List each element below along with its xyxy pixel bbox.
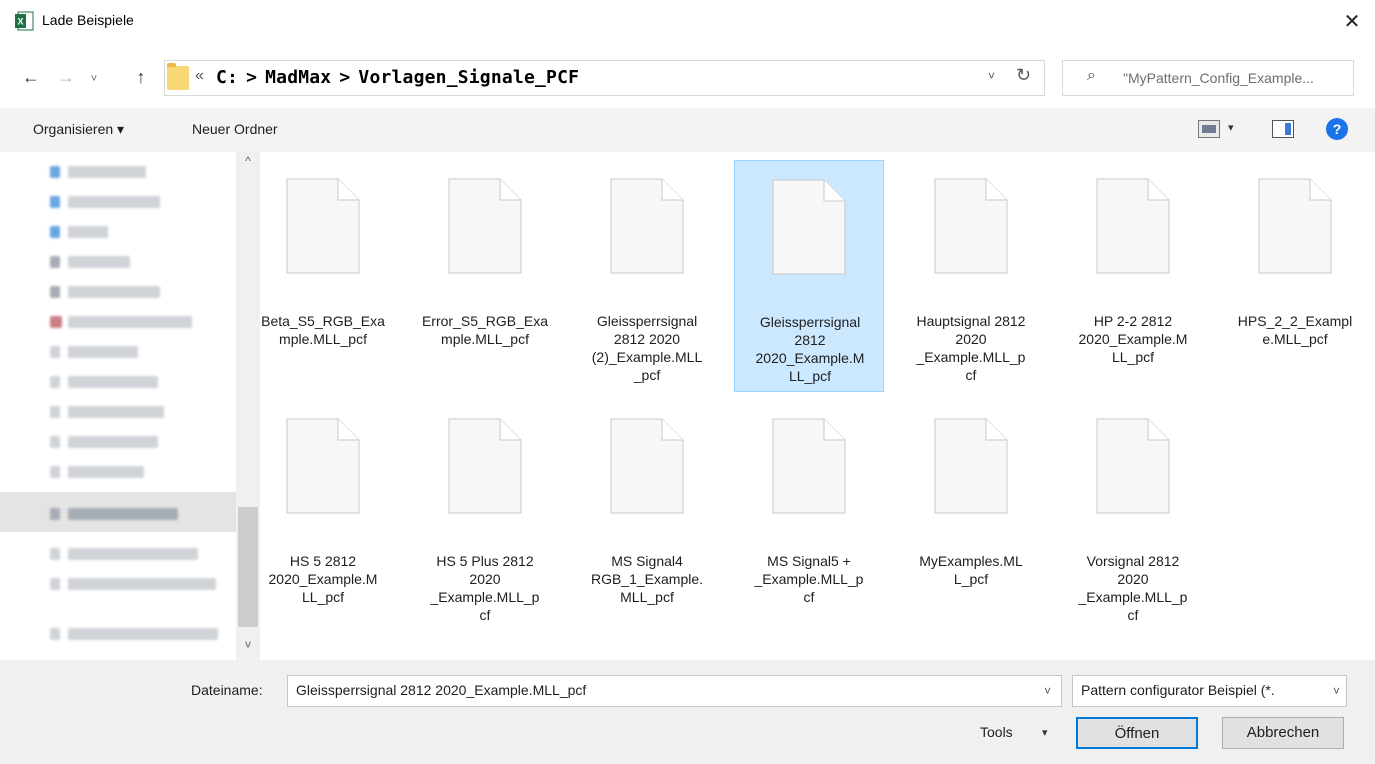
file-name: HPS_2_2_Exampl e.MLL_pcf	[1237, 313, 1353, 347]
excel-icon: X	[15, 11, 34, 31]
file-item[interactable]: HS 5 Plus 2812 2020 _Example.MLL_p cf	[410, 400, 560, 632]
file-name: Gleissperrsignal 2812 2020_Example.M LL_pcf	[755, 314, 865, 384]
new-folder-button[interactable]: Neuer Ordner	[192, 121, 278, 137]
breadcrumb-separator[interactable]: >	[238, 67, 265, 88]
file-item[interactable]: Gleissperrsignal 2812 2020_Example.M LL_pcf	[734, 160, 884, 392]
back-arrow-icon[interactable]: ←	[20, 64, 42, 90]
tools-button[interactable]: Tools	[980, 724, 1013, 740]
sidebar-item[interactable]	[50, 628, 220, 642]
help-icon[interactable]: ?	[1326, 118, 1348, 140]
breadcrumb-separator[interactable]: >	[331, 67, 358, 88]
filename-label: Dateiname:	[191, 682, 263, 698]
breadcrumb-item-vorlagen[interactable]: Vorlagen_Signale_PCF	[358, 67, 579, 88]
window-title: Lade Beispiele	[42, 12, 134, 28]
file-name: MS Signal5 + _Example.MLL_p cf	[754, 553, 864, 605]
blank-file-icon	[610, 178, 684, 274]
file-name: MyExamples.ML L_pcf	[919, 553, 1023, 587]
file-name: HS 5 2812 2020_Example.M LL_pcf	[268, 553, 378, 605]
sidebar-item[interactable]	[50, 548, 220, 562]
dialog-footer: Dateiname: Gleissperrsignal 2812 2020_Ex…	[0, 660, 1375, 764]
file-item[interactable]: MS Signal5 + _Example.MLL_p cf	[734, 400, 884, 632]
sidebar-item[interactable]	[50, 226, 220, 240]
sidebar-item[interactable]	[50, 196, 220, 210]
command-toolbar: Organisieren ▾ Neuer Ordner ▾ ?	[0, 108, 1375, 152]
close-icon[interactable]: ✕	[1336, 6, 1368, 38]
file-name: Hauptsignal 2812 2020 _Example.MLL_p cf	[916, 313, 1026, 383]
search-input[interactable]: "MyPattern_Config_Example...	[1123, 70, 1351, 86]
sidebar-item[interactable]	[50, 578, 220, 592]
sidebar-item[interactable]	[50, 436, 220, 450]
file-name: HS 5 Plus 2812 2020 _Example.MLL_p cf	[430, 553, 540, 623]
address-dropdown-icon[interactable]: ˅	[988, 69, 995, 83]
breadcrumb: C: > MadMax > Vorlagen_Signale_PCF	[216, 67, 579, 88]
file-name: HP 2-2 2812 2020_Example.M LL_pcf	[1078, 313, 1188, 365]
sidebar-item[interactable]	[50, 376, 220, 390]
sidebar-item[interactable]	[50, 406, 220, 420]
sidebar-item[interactable]	[50, 508, 220, 522]
blank-file-icon	[1096, 178, 1170, 274]
address-bar[interactable]: « C: > MadMax > Vorlagen_Signale_PCF ˅ ↻	[164, 60, 1045, 96]
search-box[interactable]: ⌕ "MyPattern_Config_Example...	[1062, 60, 1354, 96]
breadcrumb-overflow-icon[interactable]: «	[195, 67, 204, 85]
blank-file-icon	[772, 418, 846, 514]
file-list: Beta_S5_RGB_Exa mple.MLL_pcf Error_S5_RGB_…	[248, 152, 1368, 660]
cancel-button[interactable]: Abbrechen	[1222, 717, 1344, 749]
file-name: MS Signal4 RGB_1_Example. MLL_pcf	[590, 553, 704, 605]
sidebar-item[interactable]	[50, 286, 220, 300]
forward-arrow-icon[interactable]: →	[55, 64, 77, 90]
recent-locations-chevron-icon[interactable]: ˅	[83, 66, 105, 92]
svg-text:X: X	[17, 17, 23, 27]
sidebar-item[interactable]	[50, 346, 220, 360]
up-arrow-icon[interactable]: ↑	[130, 64, 152, 90]
blank-file-icon	[448, 418, 522, 514]
breadcrumb-item-madmax[interactable]: MadMax	[265, 67, 331, 88]
blank-file-icon	[286, 418, 360, 514]
refresh-icon[interactable]: ↻	[1016, 65, 1031, 86]
blank-file-icon	[772, 179, 846, 275]
blank-file-icon	[934, 178, 1008, 274]
view-options-icon[interactable]	[1198, 120, 1220, 138]
file-name: Gleissperrsignal 2812 2020 (2)_Example.MLL…	[591, 313, 703, 383]
file-type-chevron-icon[interactable]: ˅	[1330, 684, 1340, 698]
file-name: Error_S5_RGB_Exa mple.MLL_pcf	[421, 313, 549, 347]
file-item[interactable]: MS Signal4 RGB_1_Example. MLL_pcf	[572, 400, 722, 632]
title-bar: X Lade Beispiele ✕	[0, 0, 1375, 44]
file-type-select[interactable]: Pattern configurator Beispiel (*. ˅	[1072, 675, 1347, 707]
organize-button[interactable]: Organisieren ▾	[33, 121, 124, 138]
blank-file-icon	[1258, 178, 1332, 274]
blank-file-icon	[934, 418, 1008, 514]
view-options-chevron-icon[interactable]: ▾	[1228, 121, 1234, 134]
search-icon: ⌕	[1087, 67, 1096, 84]
blank-file-icon	[448, 178, 522, 274]
navigation-pane[interactable]: ^ ˅	[0, 152, 260, 660]
tools-chevron-icon[interactable]: ▾	[1042, 726, 1048, 739]
preview-pane-icon[interactable]	[1272, 120, 1294, 138]
blank-file-icon	[1096, 418, 1170, 514]
folder-icon	[167, 63, 189, 90]
navigation-bar: ← → ˅ ↑ « C: > MadMax > Vorlagen_Signale_PCF…	[0, 56, 1375, 100]
sidebar-item[interactable]	[50, 166, 220, 180]
filename-value[interactable]: Gleissperrsignal 2812 2020_Example.MLL_p…	[296, 682, 586, 698]
filename-field[interactable]: Gleissperrsignal 2812 2020_Example.MLL_p…	[287, 675, 1062, 707]
open-button[interactable]: Öffnen	[1076, 717, 1198, 749]
file-item[interactable]: Vorsignal 2812 2020 _Example.MLL_p cf	[1058, 400, 1208, 632]
sidebar-item[interactable]	[50, 256, 220, 270]
file-name: Vorsignal 2812 2020 _Example.MLL_p cf	[1078, 553, 1188, 623]
file-item[interactable]: Error_S5_RGB_Exa mple.MLL_pcf	[410, 160, 560, 392]
filename-history-chevron-icon[interactable]: ˅	[1044, 684, 1051, 698]
file-item[interactable]: Beta_S5_RGB_Exa mple.MLL_pcf	[248, 160, 398, 392]
file-name: Beta_S5_RGB_Exa mple.MLL_pcf	[261, 313, 385, 347]
blank-file-icon	[610, 418, 684, 514]
sidebar-item[interactable]	[50, 466, 220, 480]
file-item[interactable]: Gleissperrsignal 2812 2020 (2)_Example.MLL…	[572, 160, 722, 392]
file-item[interactable]: HP 2-2 2812 2020_Example.M LL_pcf	[1058, 160, 1208, 392]
file-item[interactable]: HS 5 2812 2020_Example.M LL_pcf	[248, 400, 398, 632]
file-item[interactable]: MyExamples.ML L_pcf	[896, 400, 1046, 632]
file-item[interactable]: Hauptsignal 2812 2020 _Example.MLL_p cf	[896, 160, 1046, 392]
sidebar-item[interactable]	[50, 316, 220, 330]
file-item[interactable]: HPS_2_2_Exampl e.MLL_pcf	[1220, 160, 1370, 392]
blank-file-icon	[286, 178, 360, 274]
file-type-value[interactable]: Pattern configurator Beispiel (*.	[1081, 682, 1275, 698]
breadcrumb-item-drive[interactable]: C:	[216, 67, 238, 88]
